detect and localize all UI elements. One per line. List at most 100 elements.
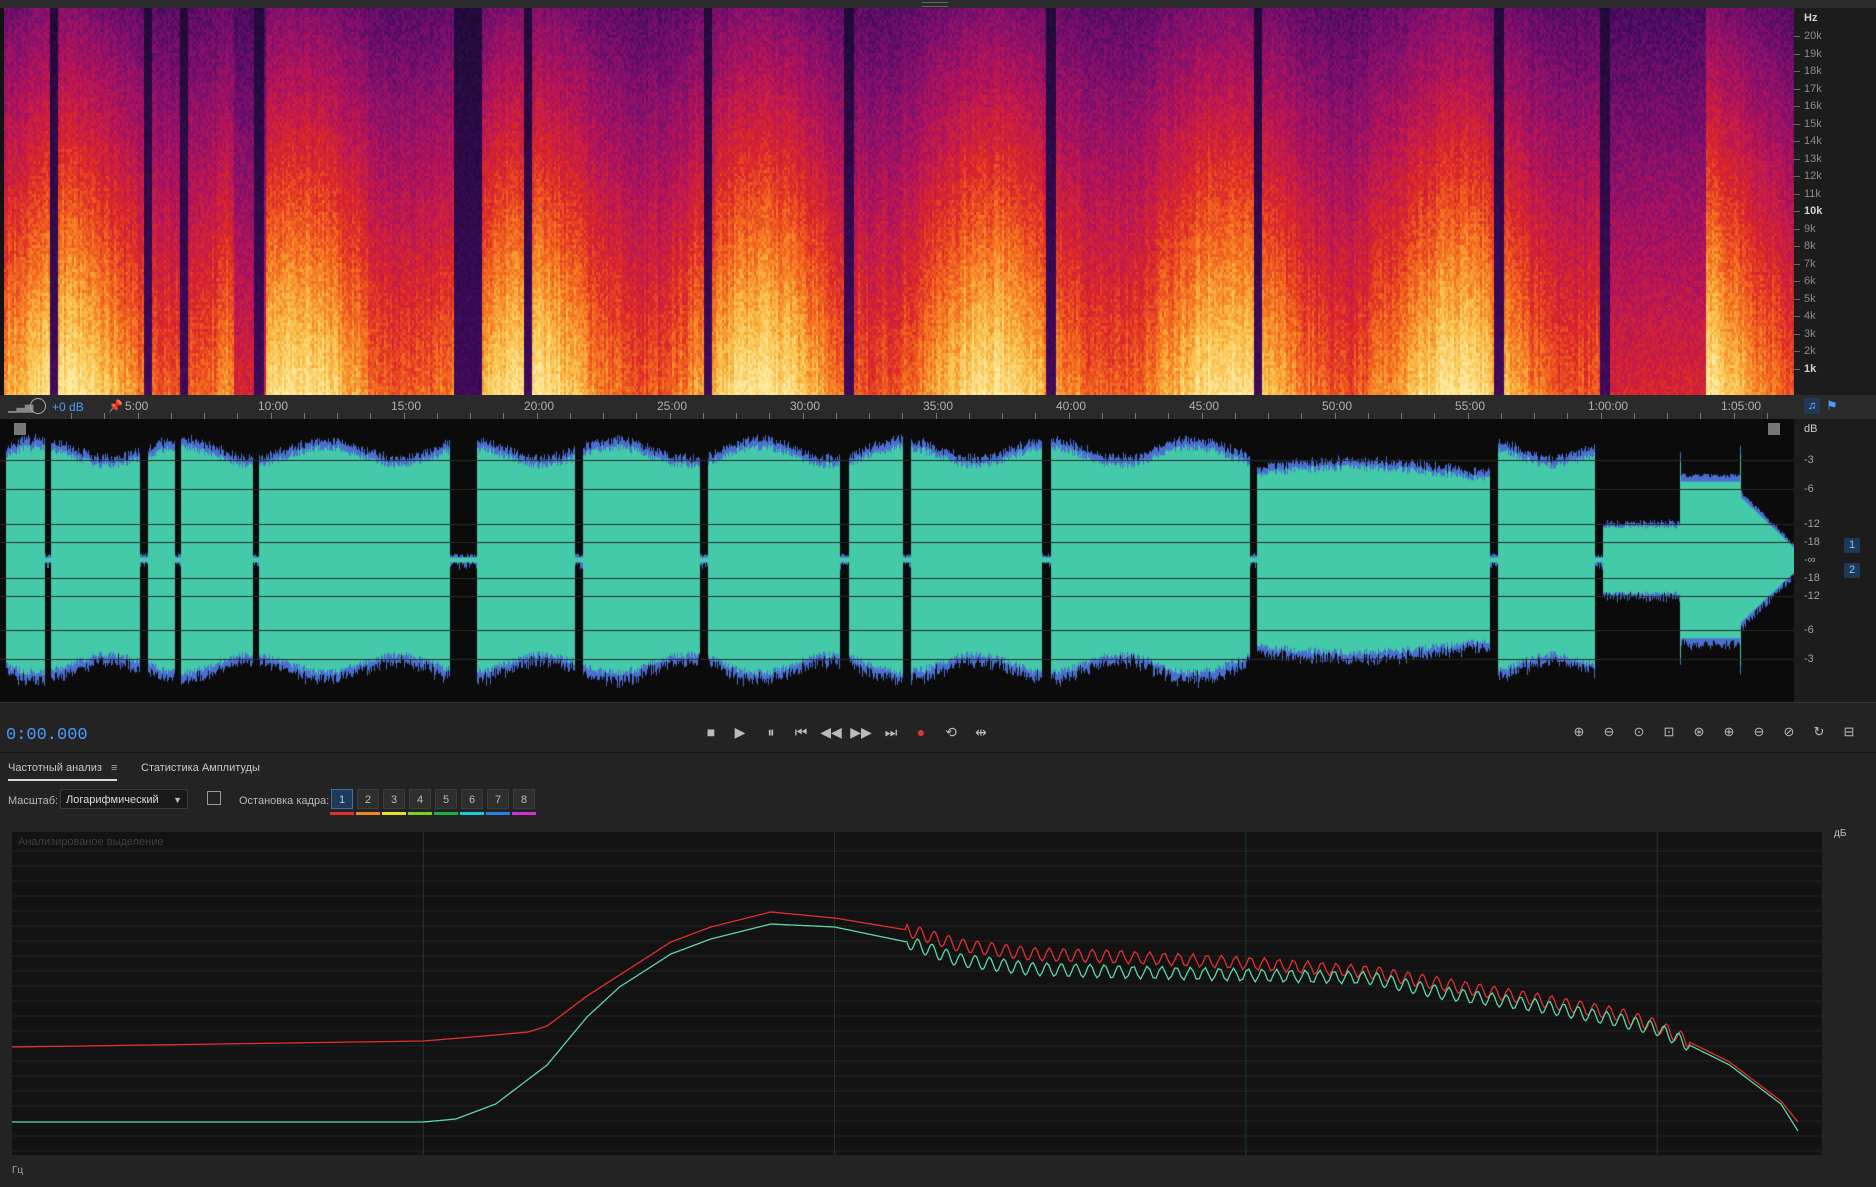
freeze-frame-7-button[interactable]: 7 <box>487 789 509 809</box>
spectrum-curve-channel-2 <box>12 923 1799 1132</box>
channel-1-button[interactable]: 1 <box>1844 538 1860 553</box>
waveform-canvas[interactable] <box>0 419 1794 702</box>
time-ruler[interactable]: ▁▃▅ +0 dB 📌 5:00 10:00 15:00 20:00 25:00 30:0… <box>0 395 1876 419</box>
zoom-in-time-icon[interactable]: ⊕ <box>1718 721 1740 743</box>
time-tick-label: 30:00 <box>790 399 821 413</box>
hz-tick-mark <box>1794 298 1800 300</box>
hz-tick-label: 6k <box>1804 275 1816 287</box>
loop-button[interactable]: ⟲ <box>940 721 962 743</box>
stop-button[interactable]: ■ <box>700 721 722 743</box>
resize-grip-icon[interactable] <box>922 2 948 7</box>
hz-tick-label: 14k <box>1804 135 1822 147</box>
freeze-frame-2-color <box>356 812 380 815</box>
zoom-full-icon[interactable]: ⊘ <box>1778 721 1800 743</box>
time-tick-label: 25:00 <box>657 399 688 413</box>
freeze-frame-1-button[interactable]: 1 <box>331 789 353 809</box>
freeze-frame-label: Остановка кадра: <box>239 795 330 807</box>
gain-knob-icon[interactable] <box>30 398 46 414</box>
frequency-graph[interactable] <box>12 832 1822 1155</box>
zoom-selection-icon[interactable]: ⊡ <box>1658 721 1680 743</box>
freeze-frame-4-color <box>408 812 432 815</box>
go-to-start-button[interactable]: ⏮ <box>790 721 812 743</box>
zoom-playhead-icon[interactable]: ↻ <box>1808 721 1830 743</box>
db-unit-label: dB <box>1804 423 1818 435</box>
tab-frequency-analysis[interactable]: Частотный анализ ≡ <box>8 762 118 781</box>
freeze-frame-4-button[interactable]: 4 <box>409 789 431 809</box>
db-tick-label: -∞ <box>1804 554 1816 566</box>
hz-tick-label: 12k <box>1804 170 1822 182</box>
fast-forward-button[interactable]: ▶▶ <box>850 721 872 743</box>
spectrogram-canvas[interactable] <box>4 8 1798 395</box>
graph-freq-unit: Гц <box>12 1165 24 1176</box>
tab-amplitude-statistics[interactable]: Статистика Амплитуды <box>141 762 260 774</box>
time-tick-label: 10:00 <box>258 399 289 413</box>
time-tick-label: 15:00 <box>391 399 422 413</box>
play-button[interactable]: ▶ <box>729 721 751 743</box>
channel-2-button[interactable]: 2 <box>1844 563 1860 578</box>
record-button[interactable]: ● <box>910 721 932 743</box>
freeze-frame-2-button[interactable]: 2 <box>357 789 379 809</box>
copy-icon[interactable] <box>207 791 221 805</box>
hz-tick-mark <box>1794 246 1800 247</box>
zoom-spectral-icon[interactable]: ⊛ <box>1688 721 1710 743</box>
hz-tick-label: 17k <box>1804 82 1822 95</box>
freeze-frame-6-color <box>460 812 484 815</box>
time-tick-label: 1:00:00 <box>1588 399 1629 413</box>
graph-caption: Анализированое выделение <box>18 836 164 848</box>
go-to-end-button[interactable]: ⏭ <box>880 721 902 743</box>
frequency-graph-svg <box>12 832 1822 1155</box>
spectral-display[interactable] <box>0 0 1876 395</box>
pause-button[interactable]: ⏸ <box>760 721 782 743</box>
time-tick-label: 5:00 <box>125 399 149 413</box>
freeze-frame-8-button[interactable]: 8 <box>513 789 535 809</box>
zoom-reset-amplitude-icon[interactable]: ⊙ <box>1628 721 1650 743</box>
zoom-out-time-icon[interactable]: ⊖ <box>1748 721 1770 743</box>
panel-menu-icon[interactable]: ≡ <box>111 762 117 774</box>
freeze-frame-5-color <box>434 812 458 815</box>
hz-tick-mark <box>1794 351 1800 352</box>
db-tick-label: -12 <box>1804 590 1820 602</box>
scale-dropdown[interactable]: Логарифмический ▼ <box>60 789 188 809</box>
db-tick-label: -12 <box>1804 518 1820 530</box>
hz-tick-mark <box>1794 71 1800 72</box>
scale-value: Логарифмический <box>66 794 159 806</box>
headphones-icon[interactable]: ♫ <box>1804 398 1820 414</box>
zoom-in-amplitude-icon[interactable]: ⊕ <box>1568 721 1590 743</box>
hz-tick-label: 2k <box>1804 345 1816 357</box>
hz-tick-mark <box>1794 228 1800 230</box>
gain-value[interactable]: +0 dB <box>52 400 84 414</box>
zoom-out-full-icon[interactable]: ⊟ <box>1838 721 1860 743</box>
current-time[interactable]: 0:00.000 <box>6 726 88 745</box>
hz-tick-mark <box>1794 88 1800 90</box>
hz-tick-label: 9k <box>1804 222 1816 235</box>
freeze-frame-3-button[interactable]: 3 <box>383 789 405 809</box>
scale-label: Масштаб: <box>8 795 59 807</box>
hz-tick-mark <box>1794 158 1800 160</box>
freeze-frame-5-button[interactable]: 5 <box>435 789 457 809</box>
hz-tick-mark <box>1794 281 1800 282</box>
frequency-ruler[interactable]: Hz 20k 19k 18k 17k 16k 15k 14k 13k 12k 11k 10k 9k 8k… <box>1794 8 1876 395</box>
time-tick-label: 1:05:00 <box>1721 399 1762 413</box>
freeze-frame-3-color <box>382 812 406 815</box>
hz-tick-mark <box>1794 106 1800 107</box>
db-tick-label: -3 <box>1804 454 1814 466</box>
freeze-frame-8-color <box>512 812 536 815</box>
hz-tick-label: 19k <box>1804 47 1822 60</box>
marker-icon[interactable]: ⚑ <box>1826 398 1838 414</box>
zoom-out-amplitude-icon[interactable]: ⊖ <box>1598 721 1620 743</box>
hz-tick-mark <box>1794 53 1800 55</box>
rewind-button[interactable]: ◀◀ <box>820 721 842 743</box>
db-tick-label: -6 <box>1804 483 1814 495</box>
freeze-frame-6-button[interactable]: 6 <box>461 789 483 809</box>
graph-db-axis: дБ <box>1822 828 1876 1158</box>
fade-out-handle-icon[interactable] <box>1768 423 1780 435</box>
fade-in-handle-icon[interactable] <box>14 423 26 435</box>
skip-selection-button[interactable]: ⇹ <box>970 721 992 743</box>
hz-tick-label: 18k <box>1804 65 1822 77</box>
pin-icon[interactable]: 📌 <box>108 399 123 413</box>
time-tick-label: 50:00 <box>1322 399 1353 413</box>
hz-tick-mark <box>1794 36 1800 37</box>
hz-tick-label: 15k <box>1804 117 1822 130</box>
amplitude-ruler[interactable]: dB -3 -6 -12 -18 -∞ -18 -12 -6 -3 1 2 <box>1794 419 1876 702</box>
waveform-display[interactable] <box>0 419 1794 702</box>
